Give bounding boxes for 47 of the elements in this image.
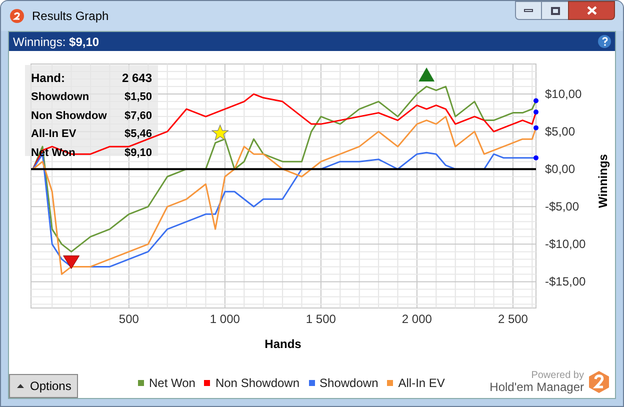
up-caret-icon — [16, 384, 24, 388]
end-point-icon — [534, 110, 538, 115]
x-tick-label: 1 500 — [306, 312, 336, 326]
stat-label: Non Showdow — [31, 108, 108, 124]
x-tick-label: 2 000 — [402, 312, 432, 326]
legend-label: Showdown — [320, 375, 378, 392]
stat-label: All-In EV — [31, 127, 78, 142]
legend-label: Net Won — [149, 375, 196, 392]
y-tick-label: $5,00 — [545, 124, 576, 139]
legend-label: Non Showdown — [215, 375, 300, 392]
help-button[interactable] — [598, 35, 611, 48]
stat-label: Hand: — [31, 70, 66, 87]
y-tick-label: $10,00 — [545, 87, 582, 102]
maximize-button[interactable] — [542, 1, 568, 20]
close-icon — [586, 6, 596, 15]
star-icon — [211, 124, 229, 141]
stat-value: $1,50 — [124, 90, 152, 105]
help-icon — [602, 37, 608, 46]
winnings-summary: Winnings: $9,10 — [13, 34, 100, 50]
end-point-icon — [534, 98, 538, 104]
powered-by-label: Powered by — [531, 371, 584, 381]
peak-triangle-icon — [418, 68, 435, 82]
stat-value: $7,60 — [124, 108, 152, 124]
stat-label: Showdown — [31, 90, 90, 105]
low-triangle-icon — [63, 255, 80, 269]
brand-name: Hold'em Manager — [490, 381, 584, 393]
y-axis-title: Winnings — [596, 154, 610, 208]
x-tick-label: 2 500 — [498, 312, 528, 326]
y-tick-label: -$5,00 — [545, 200, 580, 214]
close-button[interactable] — [568, 1, 615, 20]
legend-label: All-In EV — [398, 375, 445, 392]
brand-logo-icon — [589, 371, 609, 393]
options-button[interactable]: Options — [9, 374, 78, 398]
stat-value: 2 643 — [122, 70, 152, 87]
x-axis-title: Hands — [264, 337, 302, 351]
stat-value: $9,10 — [124, 146, 152, 160]
stat-value: $5,46 — [124, 127, 152, 142]
y-tick-label: $0,00 — [545, 162, 576, 176]
x-tick-label: 1 000 — [210, 312, 240, 326]
y-tick-label: -$15,00 — [545, 274, 586, 289]
y-tick-label: -$10,00 — [545, 237, 586, 252]
window-title: Results Graph — [32, 8, 109, 25]
minimize-button[interactable] — [515, 1, 542, 20]
end-point-icon — [534, 155, 538, 160]
x-tick-label: 500 — [118, 312, 139, 326]
end-point-icon — [534, 125, 538, 130]
app-logo-icon — [10, 9, 24, 23]
